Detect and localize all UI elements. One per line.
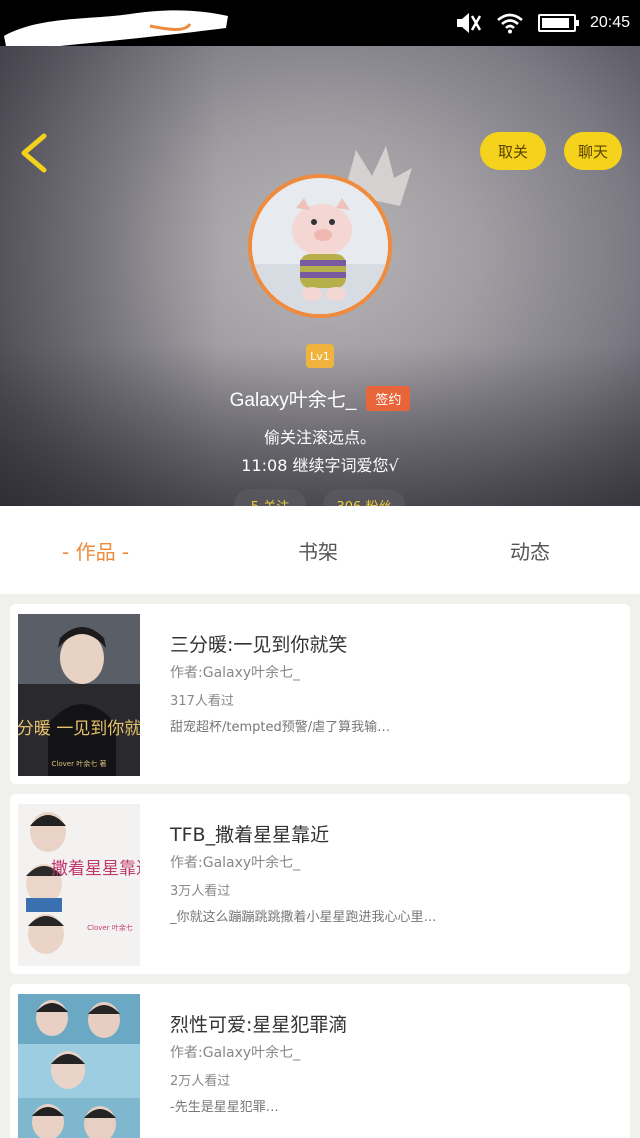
avatar-image: [252, 178, 388, 314]
book-title: 三分暖:一见到你就笑: [170, 634, 348, 656]
book-author: 作者:Galaxy叶余七_: [170, 665, 301, 681]
book-views: 3万人看过: [170, 884, 231, 899]
status-bar: 20:45: [0, 0, 640, 46]
chat-button[interactable]: 聊天: [564, 132, 622, 170]
battery-icon: [537, 14, 579, 32]
fans-count[interactable]: 306 粉丝: [323, 489, 405, 506]
book-description: 甜宠超杯/tempted预警/虐了算我输…: [170, 720, 391, 735]
cover-title: 三分暖 一见到你就笑: [18, 719, 140, 739]
cover-credit: Clover 叶余七 著: [52, 759, 107, 768]
tab-activity[interactable]: 动态: [510, 536, 550, 565]
level-badge: Lv1: [306, 344, 334, 368]
unfollow-button[interactable]: 取关: [480, 132, 546, 170]
book-views: 2万人看过: [170, 1074, 231, 1089]
book-author: 作者:Galaxy叶余七_: [170, 1045, 301, 1061]
signed-badge: 签约: [366, 385, 411, 411]
bio-line-1: 偷关注滚远点。: [263, 428, 376, 447]
book-author: 作者:Galaxy叶余七_: [170, 855, 301, 871]
book-cover: [18, 994, 140, 1138]
redaction-scribble: [4, 10, 228, 46]
book-description: _你就这么蹦蹦跳跳撒着小星星跑进我心心里…: [170, 910, 437, 925]
avatar[interactable]: [248, 174, 392, 318]
tab-bar: - 作品 - 书架 动态: [0, 506, 640, 594]
clock: 20:45: [589, 14, 630, 31]
book-views: 317人看过: [170, 694, 234, 709]
mute-icon: [456, 13, 482, 33]
wifi-icon: [497, 13, 523, 34]
book-cover: 三分暖 一见到你就笑 Clover 叶余七 著: [18, 614, 140, 776]
book-card[interactable]: 烈性可爱:星星犯罪滴 作者:Galaxy叶余七_ 2万人看过 -先生是星星犯罪…: [10, 984, 630, 1138]
book-card[interactable]: 撒着星星靠近 Clover 叶余七 TFB_撒着星星靠近 作者:Galaxy叶余…: [10, 794, 630, 974]
name-row: Galaxy叶余七_ 签约: [0, 380, 640, 416]
chevron-left-icon[interactable]: [14, 130, 54, 176]
book-description: -先生是星星犯罪…: [170, 1100, 279, 1115]
book-title: TFB_撒着星星靠近: [170, 824, 330, 846]
following-count[interactable]: 5 关注: [234, 489, 306, 506]
book-card[interactable]: 三分暖 一见到你就笑 Clover 叶余七 著 三分暖:一见到你就笑 作者:Ga…: [10, 604, 630, 784]
tab-works[interactable]: - 作品 -: [62, 536, 129, 565]
cover-credit: Clover 叶余七: [87, 923, 133, 932]
cover-title: 撒着星星靠近: [51, 859, 140, 879]
username: Galaxy叶余七_: [229, 389, 357, 411]
book-cover: 撒着星星靠近 Clover 叶余七: [18, 804, 140, 966]
tab-bookshelf[interactable]: 书架: [298, 536, 338, 565]
book-title: 烈性可爱:星星犯罪滴: [170, 1014, 348, 1036]
bio-line-2: 11:08 继续字词爱您√: [241, 456, 399, 475]
profile-header: 取关 聊天 Lv1 Galaxy叶余七_ 签约 偷关注滚远点。 11:08 继续…: [0, 46, 640, 506]
